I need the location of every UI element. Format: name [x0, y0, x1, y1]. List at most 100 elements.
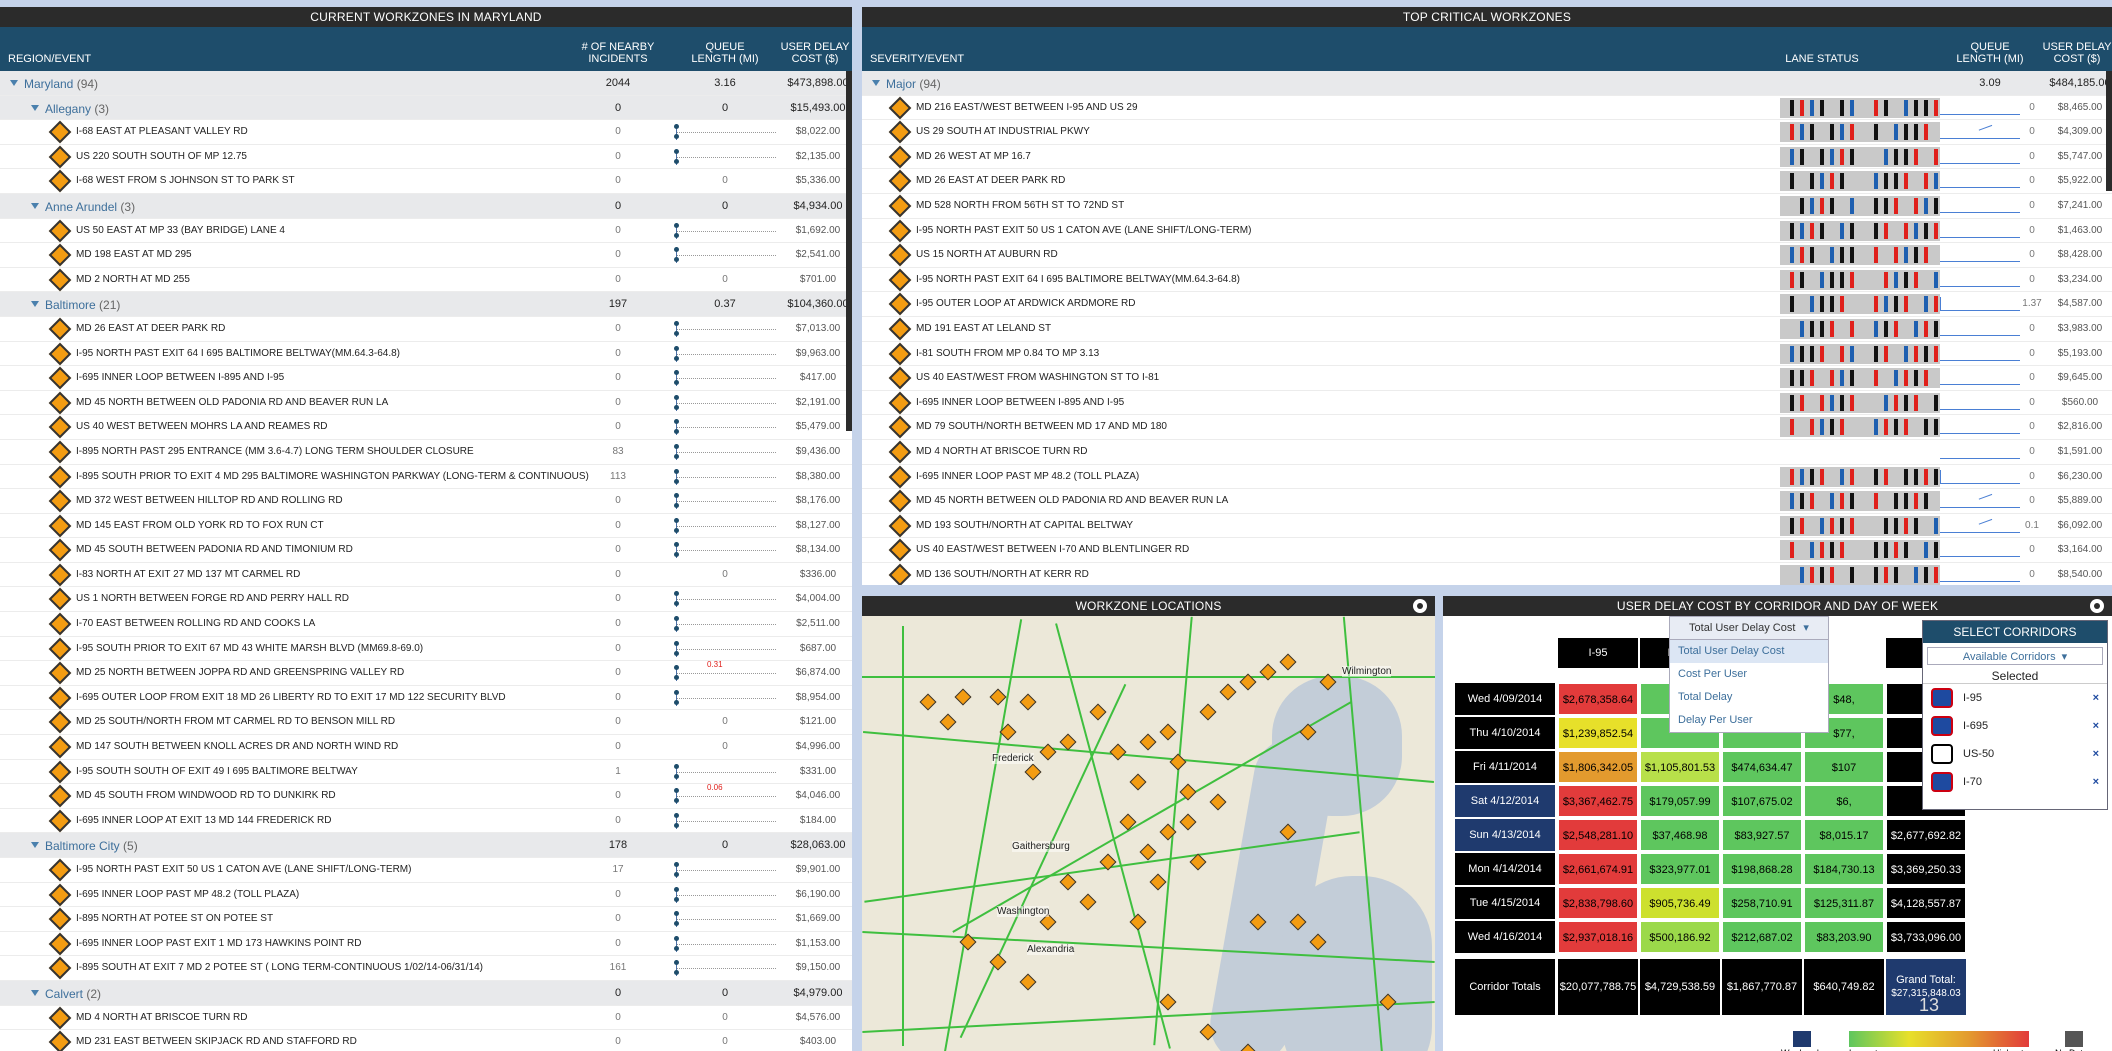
col-cost[interactable]: USER DELAY COST ($): [2037, 41, 2112, 65]
workzone-row[interactable]: I-95 SOUTH SOUTH OF EXIT 49 I 695 BALTIM…: [0, 760, 852, 785]
workzone-marker[interactable]: [1209, 793, 1227, 811]
workzone-name[interactable]: MD 45 NORTH BETWEEN OLD PADONIA RD AND B…: [916, 495, 1228, 506]
metric-dropdown[interactable]: Total User Delay Cost ▾ Total User Delay C…: [1669, 616, 1829, 733]
delay-cell[interactable]: $107,675.02: [1722, 785, 1802, 817]
delay-cell[interactable]: $323,977.01: [1640, 853, 1720, 885]
workzone-row[interactable]: I-68 WEST FROM S JOHNSON ST TO PARK ST 0 0…: [0, 169, 852, 194]
workzone-row[interactable]: US 40 WEST BETWEEN MOHRS LA AND REAMES R…: [0, 415, 852, 440]
corridor-selector[interactable]: SELECT CORRIDORS Available Corridors ▾ Sele…: [1922, 620, 2108, 810]
critical-row[interactable]: MD 79 SOUTH/NORTH BETWEEN MD 17 AND MD 1…: [862, 415, 2112, 440]
delay-cell[interactable]: $2,677,692.82: [1886, 819, 1966, 851]
workzone-name[interactable]: I-95 NORTH PAST EXIT 50 US 1 CATON AVE (…: [916, 225, 1251, 236]
region-group-row[interactable]: Allegany (3) 0 0 $15,493.00: [0, 95, 852, 121]
critical-row[interactable]: I-695 INNER LOOP PAST MP 48.2 (TOLL PLAZ…: [862, 465, 2112, 490]
workzone-row[interactable]: MD 26 EAST AT DEER PARK RD 0 $7,013.00: [0, 317, 852, 342]
workzone-name[interactable]: MD 25 SOUTH/NORTH FROM MT CARMEL RD TO B…: [76, 716, 395, 727]
workzone-name[interactable]: MD 198 EAST AT MD 295: [76, 249, 192, 260]
scrollbar[interactable]: [846, 71, 852, 431]
critical-row[interactable]: I-95 NORTH PAST EXIT 50 US 1 CATON AVE (…: [862, 219, 2112, 244]
gear-icon[interactable]: [1413, 599, 1427, 613]
workzone-marker[interactable]: [1149, 873, 1167, 891]
workzone-marker[interactable]: [1129, 913, 1147, 931]
workzone-name[interactable]: MD 4 NORTH AT BRISCOE TURN RD: [76, 1012, 248, 1023]
region-name[interactable]: Maryland (94): [24, 77, 98, 91]
region-group-row[interactable]: Calvert (2) 0 0 $4,979.00: [0, 980, 852, 1006]
region-name[interactable]: Baltimore (21): [45, 298, 120, 312]
close-icon[interactable]: ×: [2093, 768, 2099, 796]
metric-selected[interactable]: Total User Delay Cost ▾: [1670, 617, 1828, 640]
workzone-name[interactable]: US 15 NORTH AT AUBURN RD: [916, 249, 1058, 260]
delay-cell[interactable]: $474,634.47: [1722, 751, 1802, 783]
workzone-row[interactable]: MD 25 SOUTH/NORTH FROM MT CARMEL RD TO B…: [0, 710, 852, 736]
workzone-row[interactable]: MD 372 WEST BETWEEN HILLTOP RD AND ROLLI…: [0, 489, 852, 514]
delay-cell[interactable]: $198,868.28: [1722, 853, 1802, 885]
critical-row[interactable]: US 40 EAST/WEST FROM WASHINGTON ST TO I-…: [862, 366, 2112, 391]
workzone-name[interactable]: I-95 NORTH PAST EXIT 64 I 695 BALTIMORE …: [76, 348, 400, 359]
critical-row[interactable]: MD 216 EAST/WEST BETWEEN I-95 AND US 29 0…: [862, 96, 2112, 121]
corridor-item[interactable]: US-50 ×: [1923, 740, 2107, 768]
delay-cell[interactable]: $125,311.87: [1804, 887, 1884, 919]
workzone-name[interactable]: US 50 EAST AT MP 33 (BAY BRIDGE) LANE 4: [76, 225, 285, 236]
workzone-marker[interactable]: [1169, 753, 1187, 771]
workzone-row[interactable]: I-695 INNER LOOP PAST EXIT 1 MD 173 HAWK…: [0, 932, 852, 957]
workzone-row[interactable]: MD 45 SOUTH FROM WINDWOOD RD TO DUNKIRK …: [0, 783, 852, 809]
workzone-row[interactable]: MD 45 NORTH BETWEEN OLD PADONIA RD AND B…: [0, 391, 852, 416]
workzone-row[interactable]: MD 4 NORTH AT BRISCOE TURN RD 0 0 $4,576.00: [0, 1006, 852, 1031]
workzone-row[interactable]: I-895 NORTH PAST 295 ENTRANCE (MM 3.6-4.…: [0, 440, 852, 465]
workzone-name[interactable]: I-695 INNER LOOP PAST MP 48.2 (TOLL PLAZ…: [916, 471, 1139, 482]
workzone-row[interactable]: I-695 INNER LOOP PAST MP 48.2 (TOLL PLAZ…: [0, 883, 852, 908]
expand-icon[interactable]: [872, 80, 880, 86]
critical-row[interactable]: I-81 SOUTH FROM MP 0.84 TO MP 3.13 0 $5,19…: [862, 342, 2112, 367]
severity-group-row[interactable]: Major (94) 3.09 $484,185.00: [862, 71, 2112, 96]
workzone-marker[interactable]: [939, 713, 957, 731]
chevron-down-icon[interactable]: ▾: [1803, 622, 1809, 634]
col-cost[interactable]: USER DELAY COST ($): [775, 41, 852, 65]
workzone-name[interactable]: MD 216 EAST/WEST BETWEEN I-95 AND US 29: [916, 102, 1138, 113]
workzone-name[interactable]: US 40 EAST/WEST FROM WASHINGTON ST TO I-…: [916, 372, 1159, 383]
workzone-row[interactable]: I-95 NORTH PAST EXIT 50 US 1 CATON AVE (…: [0, 858, 852, 883]
workzone-name[interactable]: I-895 NORTH PAST 295 ENTRANCE (MM 3.6-4.…: [76, 446, 474, 457]
workzone-name[interactable]: MD 26 WEST AT MP 16.7: [916, 151, 1031, 162]
critical-row[interactable]: I-95 OUTER LOOP AT ARDWICK ARDMORE RD 1.3…: [862, 292, 2112, 317]
delay-cell[interactable]: $3,733,096.00: [1886, 921, 1966, 953]
workzone-marker[interactable]: [1079, 893, 1097, 911]
workzone-name[interactable]: MD 45 SOUTH BETWEEN PADONIA RD AND TIMON…: [76, 544, 353, 555]
delay-cell[interactable]: $2,678,358.64: [1558, 683, 1638, 715]
workzone-row[interactable]: MD 45 SOUTH BETWEEN PADONIA RD AND TIMON…: [0, 538, 852, 563]
region-group-row[interactable]: Anne Arundel (3) 0 0 $4,934.00: [0, 193, 852, 219]
workzone-name[interactable]: MD 2 NORTH AT MD 255: [76, 274, 190, 285]
workzone-name[interactable]: I-95 NORTH PAST EXIT 50 US 1 CATON AVE (…: [76, 864, 411, 875]
workzone-name[interactable]: I-95 SOUTH PRIOR TO EXIT 67 MD 43 WHITE …: [76, 643, 423, 654]
workzone-name[interactable]: I-95 OUTER LOOP AT ARDWICK ARDMORE RD: [916, 298, 1136, 309]
workzone-name[interactable]: MD 191 EAST AT LELAND ST: [916, 323, 1051, 334]
workzone-name[interactable]: MD 528 NORTH FROM 56TH ST TO 72ND ST: [916, 200, 1124, 211]
critical-row[interactable]: MD 528 NORTH FROM 56TH ST TO 72ND ST 0 $7,…: [862, 194, 2112, 219]
workzone-marker[interactable]: [1159, 993, 1177, 1011]
workzone-name[interactable]: MD 145 EAST FROM OLD YORK RD TO FOX RUN …: [76, 520, 324, 531]
critical-row[interactable]: MD 26 EAST AT DEER PARK RD 0 $5,922.00: [862, 169, 2112, 194]
workzone-name[interactable]: I-81 SOUTH FROM MP 0.84 TO MP 3.13: [916, 348, 1099, 359]
critical-row[interactable]: MD 4 NORTH AT BRISCOE TURN RD 0 $1,591.00: [862, 440, 2112, 465]
workzone-row[interactable]: I-895 NORTH AT POTEE ST ON POTEE ST 0 $1,6…: [0, 907, 852, 932]
expand-icon[interactable]: [31, 301, 39, 308]
workzone-row[interactable]: I-95 NORTH PAST EXIT 64 I 695 BALTIMORE …: [0, 342, 852, 367]
region-group-row[interactable]: Baltimore City (5) 178 0 $28,063.00: [0, 833, 852, 858]
metric-option[interactable]: Total Delay: [1670, 686, 1828, 709]
workzone-name[interactable]: I-68 WEST FROM S JOHNSON ST TO PARK ST: [76, 175, 295, 186]
delay-cell[interactable]: $83,927.57: [1722, 819, 1802, 851]
delay-cell[interactable]: $1,239,852.54: [1558, 717, 1638, 749]
region-group-row[interactable]: Maryland (94) 2044 3.16 $473,898.00: [0, 71, 852, 96]
region-name[interactable]: Baltimore City (5): [45, 839, 138, 853]
workzone-name[interactable]: I-695 INNER LOOP AT EXIT 13 MD 144 FREDE…: [76, 815, 331, 826]
delay-cell[interactable]: $4,128,557.87: [1886, 887, 1966, 919]
workzone-marker[interactable]: [1219, 683, 1237, 701]
workzone-row[interactable]: I-895 SOUTH AT EXIT 7 MD 2 POTEE ST ( LO…: [0, 956, 852, 981]
workzone-row[interactable]: MD 2 NORTH AT MD 255 0 0 $701.00: [0, 268, 852, 293]
delay-cell[interactable]: $184,730.13: [1804, 853, 1884, 885]
workzone-row[interactable]: I-83 NORTH AT EXIT 27 MD 137 MT CARMEL R…: [0, 563, 852, 588]
expand-icon[interactable]: [31, 104, 39, 111]
workzone-row[interactable]: US 1 NORTH BETWEEN FORGE RD AND PERRY HA…: [0, 587, 852, 613]
workzone-row[interactable]: MD 25 NORTH BETWEEN JOPPA RD AND GREENSP…: [0, 660, 852, 686]
workzone-row[interactable]: MD 198 EAST AT MD 295 0 $2,541.00: [0, 243, 852, 268]
workzone-name[interactable]: US 40 WEST BETWEEN MOHRS LA AND REAMES R…: [76, 421, 328, 432]
